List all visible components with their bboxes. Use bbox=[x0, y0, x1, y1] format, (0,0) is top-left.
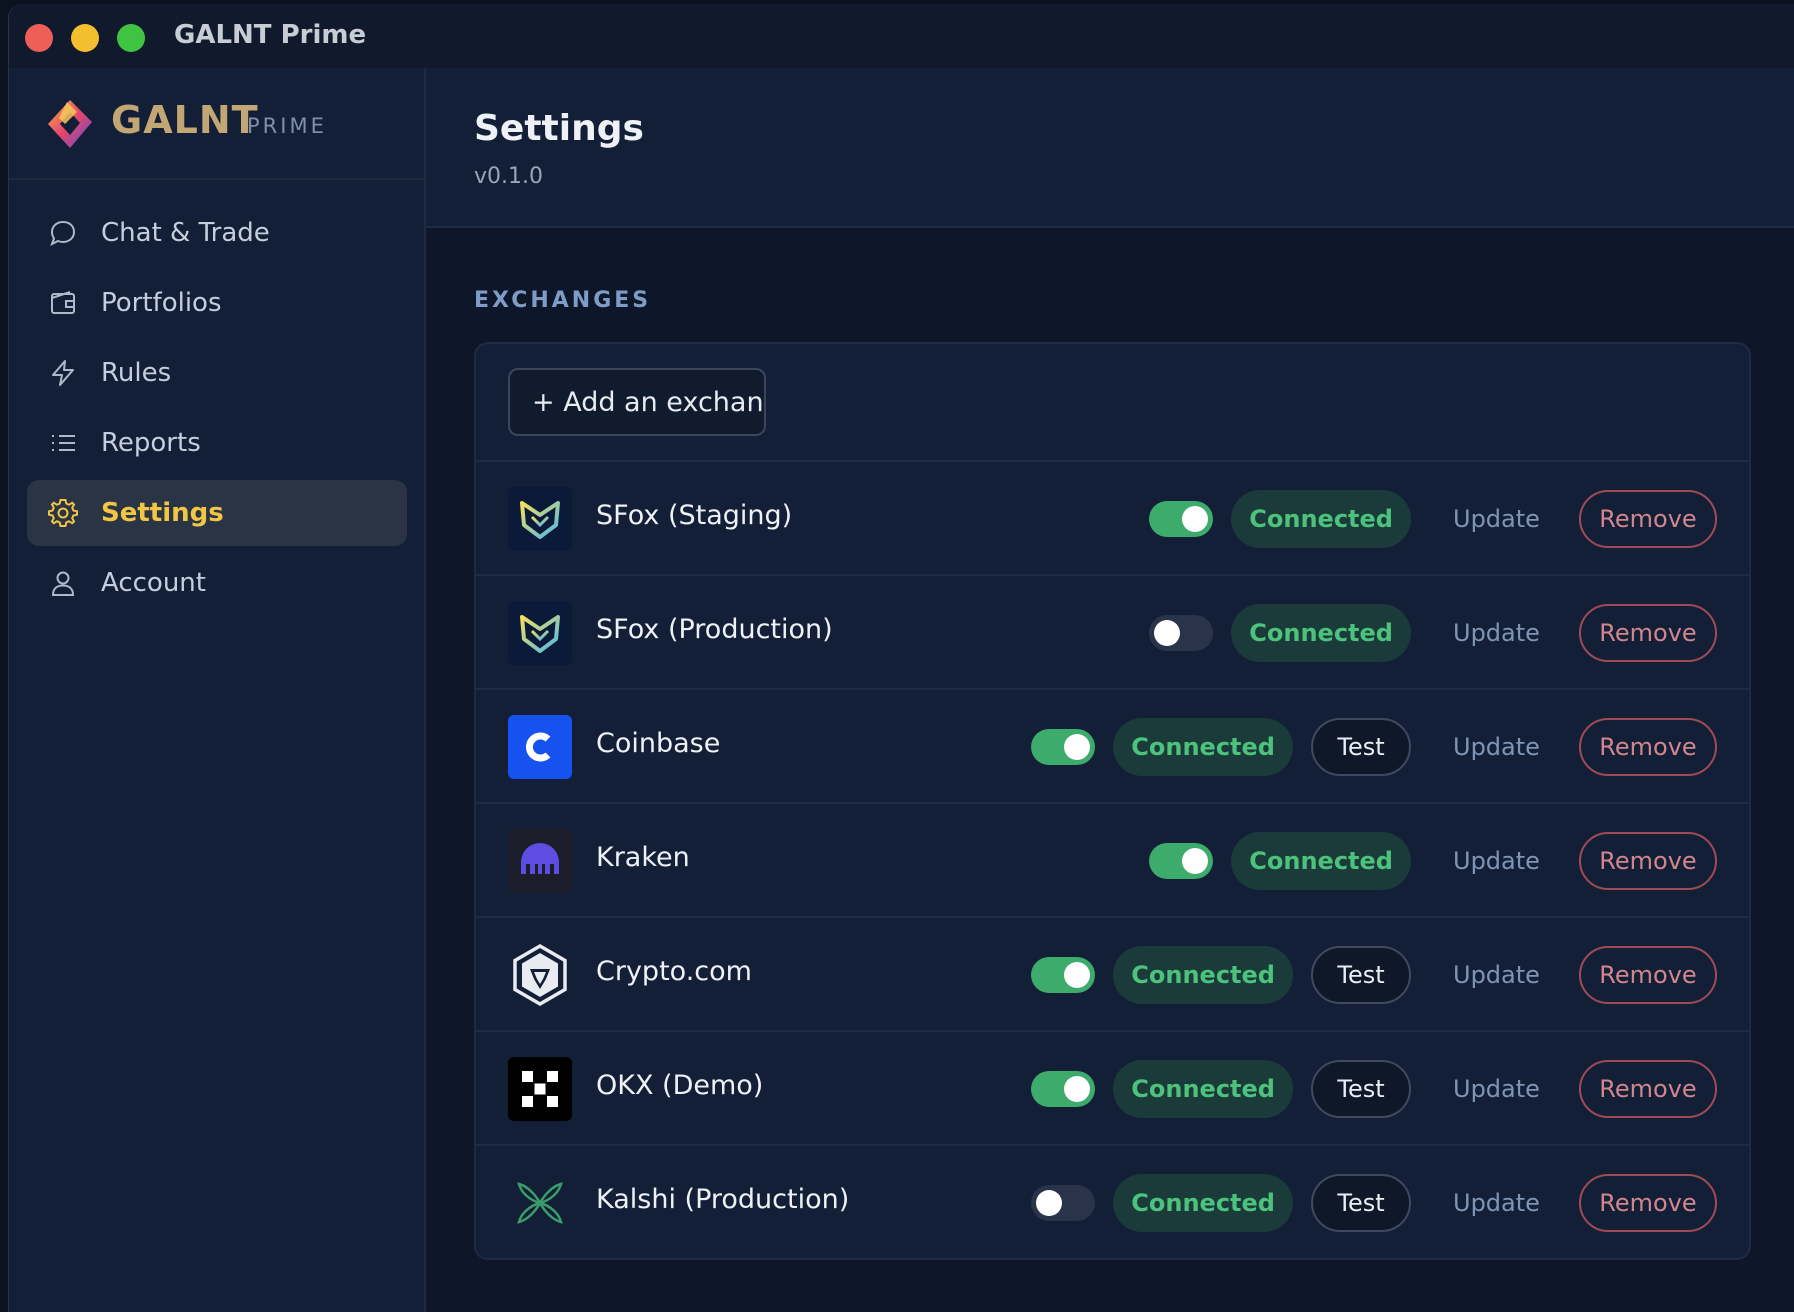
sidebar: GALNT PRIME Chat & Trade Portfolios Rule… bbox=[9, 68, 426, 1312]
exchange-enable-toggle[interactable] bbox=[1031, 1071, 1096, 1107]
exchange-enable-toggle[interactable] bbox=[1149, 615, 1214, 651]
exchange-name: Crypto.com bbox=[596, 956, 752, 987]
brand-name: GALNT bbox=[111, 98, 259, 142]
maximize-window-button[interactable] bbox=[117, 24, 145, 52]
exchange-row: Coinbase Connected Test Update Remove bbox=[476, 690, 1749, 804]
wallet-icon bbox=[47, 287, 79, 319]
sidebar-nav: Chat & Trade Portfolios Rules Reports Se… bbox=[27, 200, 407, 620]
test-connection-button[interactable]: Test bbox=[1311, 1060, 1411, 1118]
minimize-window-button[interactable] bbox=[71, 24, 99, 52]
exchange-name: SFox (Staging) bbox=[596, 500, 793, 531]
exchange-enable-toggle[interactable] bbox=[1031, 1185, 1096, 1221]
page-title: Settings bbox=[474, 108, 644, 149]
exchange-controls: Connected Update Remove bbox=[1149, 489, 1717, 549]
test-connection-button[interactable]: Test bbox=[1311, 946, 1411, 1004]
remove-button[interactable]: Remove bbox=[1579, 604, 1717, 662]
update-button[interactable]: Update bbox=[1453, 505, 1540, 533]
test-connection-button[interactable]: Test bbox=[1311, 718, 1411, 776]
app-version: v0.1.0 bbox=[474, 164, 543, 189]
brand: GALNT PRIME bbox=[9, 68, 426, 180]
sidebar-item-label: Chat & Trade bbox=[101, 218, 270, 248]
remove-button[interactable]: Remove bbox=[1579, 1060, 1717, 1118]
status-badge: Connected bbox=[1113, 1174, 1293, 1232]
status-badge: Connected bbox=[1113, 1060, 1293, 1118]
exchange-row: Kalshi (Production) Connected Test Updat… bbox=[476, 1146, 1749, 1258]
exchange-controls: Connected Test Update Remove bbox=[1031, 717, 1717, 777]
exchange-name: Coinbase bbox=[596, 728, 721, 759]
exchange-controls: Connected Test Update Remove bbox=[1031, 945, 1717, 1005]
sidebar-item-reports[interactable]: Reports bbox=[27, 410, 407, 476]
kalshi-logo-icon bbox=[508, 1171, 572, 1235]
exchange-controls: Connected Update Remove bbox=[1149, 831, 1717, 891]
gear-icon bbox=[47, 497, 79, 529]
exchange-controls: Connected Test Update Remove bbox=[1031, 1173, 1717, 1233]
chat-bubble-icon bbox=[47, 217, 79, 249]
exchange-row: Kraken Connected Update Remove bbox=[476, 804, 1749, 918]
page-header: Settings v0.1.0 bbox=[426, 68, 1794, 228]
sidebar-item-label: Settings bbox=[101, 498, 224, 528]
test-connection-button[interactable]: Test bbox=[1311, 1174, 1411, 1232]
exchange-name: Kraken bbox=[596, 842, 690, 873]
app-window: GALNT Prime GALNT PRIME Chat & Trade Por… bbox=[8, 4, 1794, 1312]
exchange-enable-toggle[interactable] bbox=[1149, 843, 1214, 879]
remove-button[interactable]: Remove bbox=[1579, 718, 1717, 776]
exchanges-section-title: EXCHANGES bbox=[474, 288, 652, 313]
status-badge: Connected bbox=[1113, 946, 1293, 1004]
main-content: Settings v0.1.0 EXCHANGES + Add an excha… bbox=[426, 68, 1794, 1312]
exchange-controls: Connected Test Update Remove bbox=[1031, 1059, 1717, 1119]
exchange-row: SFox (Production) Connected Update Remov… bbox=[476, 576, 1749, 690]
exchanges-panel: + Add an exchange SFox (Staging) Connect… bbox=[474, 342, 1751, 1260]
exchange-enable-toggle[interactable] bbox=[1149, 501, 1214, 537]
exchange-name: Kalshi (Production) bbox=[596, 1184, 850, 1215]
user-icon bbox=[47, 567, 79, 599]
galnt-logo-icon bbox=[48, 100, 92, 148]
update-button[interactable]: Update bbox=[1453, 733, 1540, 761]
exchange-name: OKX (Demo) bbox=[596, 1070, 764, 1101]
remove-button[interactable]: Remove bbox=[1579, 490, 1717, 548]
update-button[interactable]: Update bbox=[1453, 1189, 1540, 1217]
sidebar-item-label: Rules bbox=[101, 358, 172, 388]
sidebar-item-label: Portfolios bbox=[101, 288, 222, 318]
update-button[interactable]: Update bbox=[1453, 619, 1540, 647]
remove-button[interactable]: Remove bbox=[1579, 832, 1717, 890]
exchange-row: Crypto.com Connected Test Update Remove bbox=[476, 918, 1749, 1032]
exchange-enable-toggle[interactable] bbox=[1031, 957, 1096, 993]
sidebar-item-settings[interactable]: Settings bbox=[27, 480, 407, 546]
kraken-logo-icon bbox=[508, 829, 572, 893]
sfox-logo-icon bbox=[508, 601, 572, 665]
sidebar-item-account[interactable]: Account bbox=[27, 550, 407, 616]
exchange-enable-toggle[interactable] bbox=[1031, 729, 1096, 765]
sidebar-item-rules[interactable]: Rules bbox=[27, 340, 407, 406]
sfox-logo-icon bbox=[508, 487, 572, 551]
cryptocom-logo-icon bbox=[508, 943, 572, 1007]
okx-logo-icon bbox=[508, 1057, 572, 1121]
sidebar-item-portfolios[interactable]: Portfolios bbox=[27, 270, 407, 336]
sidebar-item-chat-trade[interactable]: Chat & Trade bbox=[27, 200, 407, 266]
update-button[interactable]: Update bbox=[1453, 961, 1540, 989]
sidebar-item-label: Reports bbox=[101, 428, 201, 458]
remove-button[interactable]: Remove bbox=[1579, 1174, 1717, 1232]
exchange-controls: Connected Update Remove bbox=[1149, 603, 1717, 663]
status-badge: Connected bbox=[1231, 832, 1411, 890]
exchange-row: SFox (Staging) Connected Update Remove bbox=[476, 462, 1749, 576]
exchange-name: SFox (Production) bbox=[596, 614, 833, 645]
list-icon bbox=[47, 427, 79, 459]
remove-button[interactable]: Remove bbox=[1579, 946, 1717, 1004]
update-button[interactable]: Update bbox=[1453, 1075, 1540, 1103]
add-exchange-button[interactable]: + Add an exchange bbox=[508, 368, 766, 436]
update-button[interactable]: Update bbox=[1453, 847, 1540, 875]
status-badge: Connected bbox=[1231, 490, 1411, 548]
sidebar-item-label: Account bbox=[101, 568, 206, 598]
title-bar: GALNT Prime bbox=[9, 4, 1794, 68]
add-exchange-row: + Add an exchange bbox=[476, 344, 1749, 462]
lightning-icon bbox=[47, 357, 79, 389]
window-title: GALNT Prime bbox=[174, 20, 367, 50]
coinbase-logo-icon bbox=[508, 715, 572, 779]
brand-subtitle: PRIME bbox=[247, 114, 327, 138]
exchange-row: OKX (Demo) Connected Test Update Remove bbox=[476, 1032, 1749, 1146]
status-badge: Connected bbox=[1231, 604, 1411, 662]
status-badge: Connected bbox=[1113, 718, 1293, 776]
close-window-button[interactable] bbox=[25, 24, 53, 52]
